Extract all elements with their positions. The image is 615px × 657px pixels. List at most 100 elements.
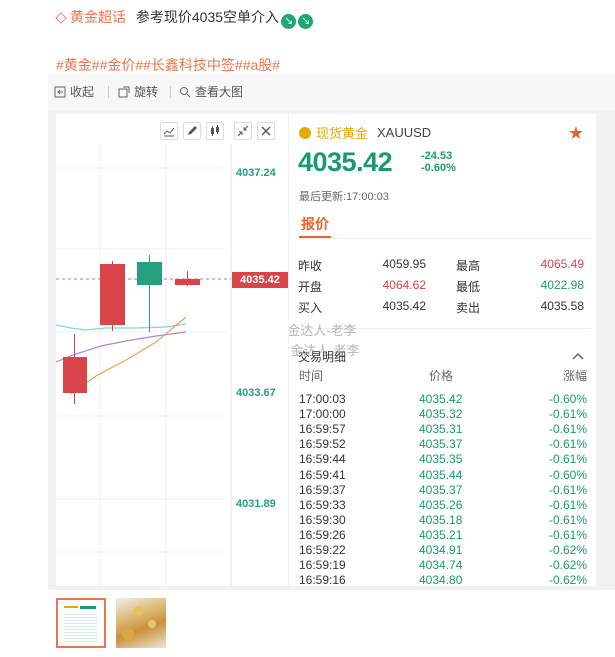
rotate-icon [118, 86, 130, 97]
collapse-button[interactable]: 收起 [54, 83, 94, 100]
high-value: 4065.49 [540, 257, 584, 271]
magnify-icon [180, 86, 191, 97]
trade-change: -0.61% [548, 437, 587, 452]
tab-quote[interactable]: 报价 [301, 214, 329, 234]
trade-row: 16:59:57 4035.31 -0.61% [299, 422, 587, 437]
trade-row: 16:59:30 4035.18 -0.61% [299, 513, 587, 528]
trade-time: 16:59:26 [299, 527, 346, 542]
trade-time: 16:59:33 [299, 497, 346, 512]
sell-label: 卖出 [456, 301, 481, 315]
open-label: 开盘 [298, 280, 323, 294]
trade-time: 17:00:00 [299, 407, 346, 422]
post-header: 黄金超话 参考现价4035空单介入 ↘ ↘ [55, 6, 314, 29]
trade-change: -0.62% [548, 573, 587, 586]
trade-row: 16:59:33 4035.26 -0.61% [299, 498, 587, 513]
trade-time: 16:59:22 [299, 543, 346, 557]
trade-price: 4035.21 [419, 527, 463, 542]
trade-change: -0.61% [548, 482, 587, 497]
trade-row: 16:59:16 4034.80 -0.62% [299, 573, 587, 586]
trade-time: 16:59:30 [299, 512, 346, 527]
trade-change: -0.61% [548, 512, 587, 527]
trade-change: -0.62% [548, 543, 587, 557]
collapse-chevron-icon[interactable] [572, 352, 584, 360]
trade-change: -0.61% [548, 527, 587, 542]
trade-price: 4035.42 [419, 392, 463, 406]
gold-coin-icon [299, 126, 311, 139]
post-text: 参考现价4035空单介入 [135, 9, 280, 25]
candle-bearish [137, 262, 162, 285]
trade-row: 17:00:03 4035.42 -0.60% [299, 392, 587, 407]
rotate-button[interactable]: 旋转 [118, 83, 158, 100]
trade-price: 4035.44 [419, 467, 463, 482]
trade-row: 17:00:00 4035.32 -0.61% [299, 407, 587, 422]
axis-price-label: 4033.67 [236, 387, 276, 399]
current-price-tag: 4035.42 [232, 272, 288, 288]
price-change: -24.53 -0.60% [421, 150, 456, 174]
super-topic-icon [55, 12, 67, 24]
trade-price: 4034.80 [419, 573, 463, 586]
watermark: @黄金达人-老李 [289, 323, 357, 338]
trade-time: 16:59:44 [299, 452, 346, 467]
instrument-title: 现货黄金 XAUUSD [299, 123, 431, 142]
chart-canvas [56, 144, 232, 586]
trade-price: 4035.31 [419, 422, 463, 437]
trade-row: 16:59:44 4035.35 -0.61% [299, 452, 587, 467]
axis-price-label: 4031.89 [236, 498, 276, 510]
trade-time: 16:59:57 [299, 422, 346, 437]
trade-change: -0.61% [548, 422, 587, 437]
trade-row: 16:59:52 4035.37 -0.61% [299, 437, 587, 452]
toolbar-divider [108, 86, 109, 98]
trade-time: 16:59:41 [299, 467, 346, 482]
trades-header: 时间 价格 涨幅 [299, 369, 587, 383]
high-label: 最高 [456, 259, 481, 273]
trade-price: 4035.26 [419, 497, 463, 512]
buy-value: 4035.42 [382, 299, 426, 313]
prev-close-label: 昨收 [298, 259, 323, 273]
trade-row: 16:59:26 4035.21 -0.61% [299, 528, 587, 543]
candle-bullish [175, 279, 200, 285]
trade-price: 4034.74 [419, 558, 463, 573]
trade-time: 16:59:19 [299, 558, 346, 573]
prev-close-value: 4059.95 [382, 257, 426, 271]
down-trend-emoji-icon: ↘ [298, 14, 314, 29]
thumbnail-2[interactable] [116, 598, 166, 648]
low-value: 4022.98 [540, 278, 584, 292]
candle-bullish [63, 357, 87, 393]
trade-change: -0.60% [548, 467, 587, 482]
trade-change: -0.60% [548, 392, 587, 406]
trade-row: 16:59:37 4035.37 -0.61% [299, 483, 587, 498]
trade-change: -0.62% [548, 558, 587, 573]
trade-price: 4035.37 [419, 482, 463, 497]
watermark: @黄金达人-老李 [289, 343, 360, 358]
view-large-button[interactable]: 查看大图 [179, 83, 243, 100]
open-value: 4064.62 [382, 278, 426, 292]
toolbar-divider [170, 86, 171, 98]
collapse-icon [54, 86, 66, 97]
buy-label: 买入 [298, 301, 323, 315]
trade-price: 4035.37 [419, 437, 463, 452]
topic-link[interactable]: 黄金超话 [55, 9, 126, 25]
trade-time: 16:59:52 [299, 437, 346, 452]
candlestick-chart[interactable]: 4037.24 4033.67 4031.89 4035.42 [56, 114, 288, 586]
trade-time: 16:59:37 [299, 482, 346, 497]
trade-row: 16:59:22 4034.91 -0.62% [299, 543, 587, 558]
tab-divider [299, 238, 591, 239]
trade-change: -0.61% [548, 407, 587, 422]
thumbnail-1-selected[interactable] [56, 598, 106, 648]
current-price: 4035.42 [298, 147, 393, 177]
quote-panel: 现货黄金 XAUUSD ★ 4035.42 -24.53 -0.60% 最后更新… [289, 114, 596, 586]
trade-time: 17:00:03 [299, 392, 346, 406]
trade-change: -0.61% [548, 452, 587, 467]
trade-row: 16:59:41 4035.44 -0.60% [299, 468, 587, 483]
last-updated: 最后更新:17:00:03 [299, 191, 389, 203]
favorite-star-icon[interactable]: ★ [568, 123, 584, 144]
trade-row: 16:59:19 4034.74 -0.62% [299, 558, 587, 573]
trade-change: -0.61% [548, 497, 587, 512]
sell-value: 4035.58 [540, 299, 584, 313]
hashtags[interactable]: #黄金##金价##长鑫科技中签##a股# [56, 55, 280, 75]
trade-price: 4035.35 [419, 452, 463, 467]
low-label: 最低 [456, 280, 481, 294]
image-toolbar: 收起 旋转 查看大图 [48, 74, 615, 110]
candle-bullish [100, 264, 125, 325]
axis-price-label: 4037.24 [236, 167, 276, 179]
